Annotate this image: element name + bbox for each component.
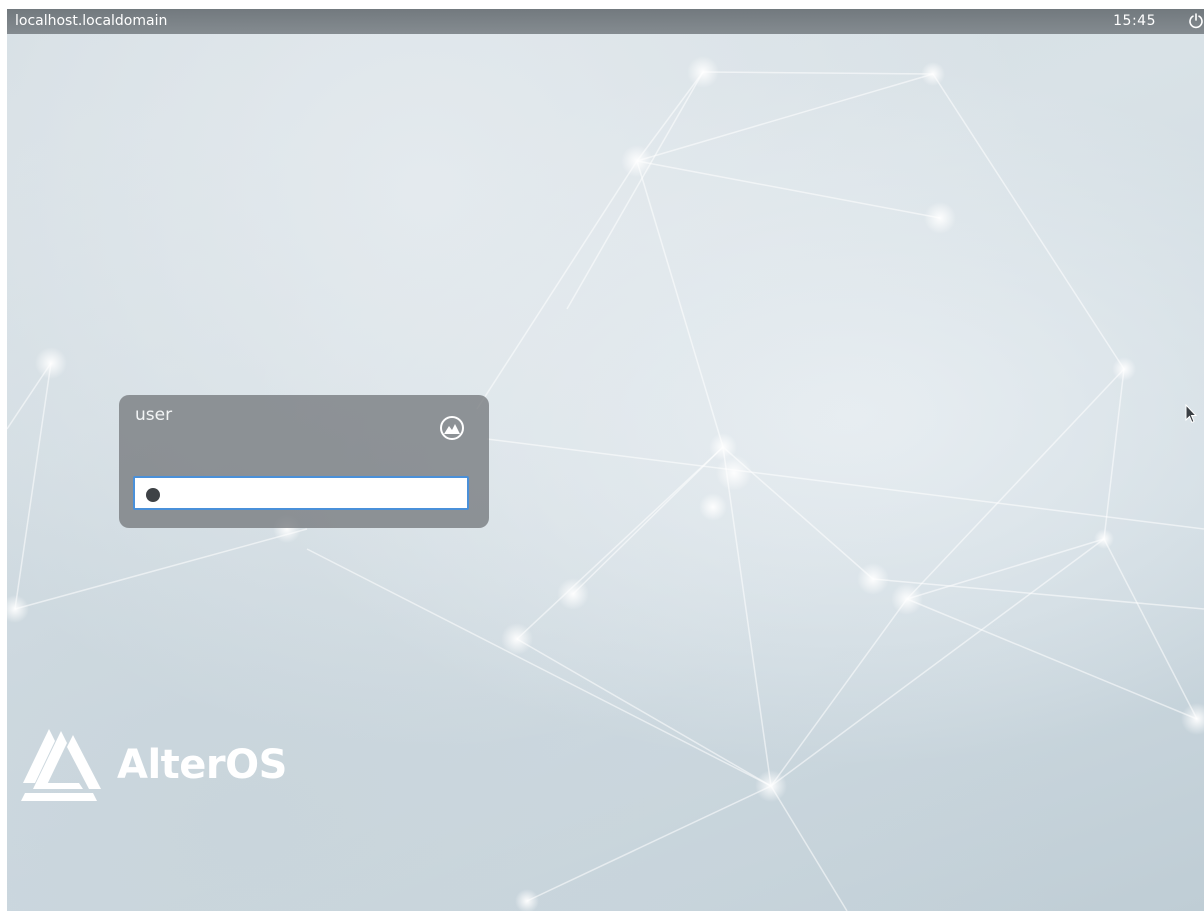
top-bar: localhost.localdomain 15:45 [7, 9, 1204, 34]
brand-name: AlterOS [117, 742, 287, 788]
login-card: user [119, 395, 489, 528]
mouse-cursor-icon [1185, 404, 1197, 424]
session-logo-icon[interactable] [439, 415, 465, 441]
alteros-logo: AlterOS [19, 727, 319, 807]
clock[interactable]: 15:45 [1113, 9, 1156, 34]
user-name: user [135, 405, 173, 425]
login-screen: localhost.localdomain 15:45 user AlterOS [7, 9, 1204, 911]
password-mask-dot [146, 488, 160, 502]
alteros-logo-icon [21, 729, 101, 801]
hostname-label: localhost.localdomain [15, 13, 168, 29]
password-input[interactable] [133, 476, 469, 510]
power-icon[interactable] [1188, 13, 1204, 29]
